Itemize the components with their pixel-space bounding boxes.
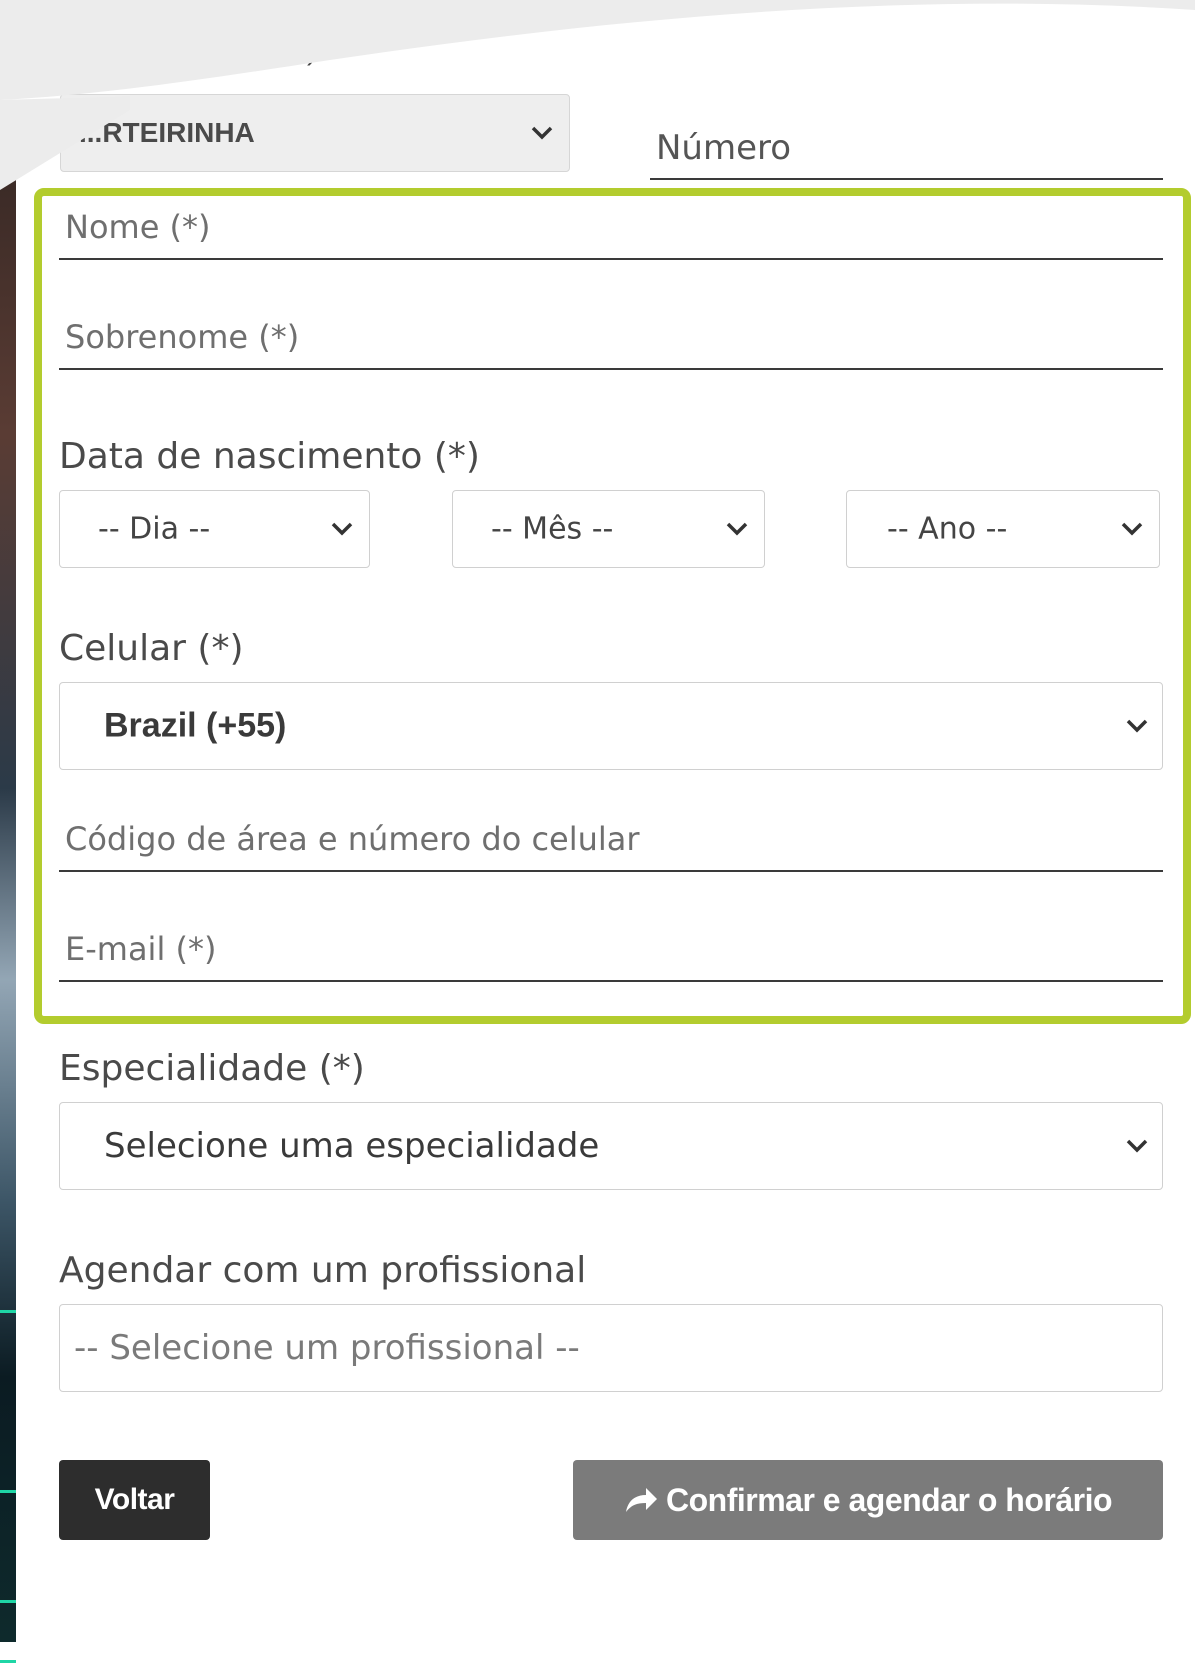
professional-label: Agendar com um profissional: [59, 1250, 587, 1291]
mobile-number-placeholder: Código de área e número do celular: [65, 820, 640, 858]
specialty-label: Especialidade (*): [59, 1048, 365, 1089]
birth-day-value: -- Dia --: [98, 511, 211, 547]
birth-year-value: -- Ano --: [887, 511, 1008, 547]
professional-input[interactable]: -- Selecione um profissional --: [59, 1304, 1163, 1392]
chevron-down-icon: [1126, 1139, 1148, 1153]
specialty-select[interactable]: Selecione uma especialidade: [59, 1102, 1163, 1190]
country-code-value: Brazil (+55): [104, 706, 287, 745]
share-arrow-icon: [625, 1488, 657, 1512]
background-glow-line: [0, 1600, 16, 1603]
birth-day-select[interactable]: -- Dia --: [59, 490, 370, 568]
country-code-select[interactable]: Brazil (+55): [59, 682, 1163, 770]
professional-placeholder: -- Selecione um profissional --: [74, 1328, 580, 1368]
chevron-down-icon: [1121, 522, 1143, 536]
confirm-schedule-button[interactable]: Confirmar e agendar o horário: [573, 1460, 1163, 1540]
birth-month-value: -- Mês --: [491, 511, 614, 547]
birth-month-select[interactable]: -- Mês --: [452, 490, 765, 568]
confirm-button-label: Confirmar e agendar o horário: [665, 1481, 1113, 1518]
chevron-down-icon: [726, 522, 748, 536]
first-name-input[interactable]: Nome (*): [59, 198, 1163, 260]
first-name-placeholder: Nome (*): [65, 208, 211, 246]
chevron-down-icon: [331, 522, 353, 536]
chevron-down-icon: [1126, 719, 1148, 733]
birth-year-select[interactable]: -- Ano --: [846, 490, 1160, 568]
background-curve: [0, 0, 1195, 190]
background-glow-line: [0, 1310, 16, 1313]
specialty-value: Selecione uma especialidade: [104, 1126, 600, 1166]
mobile-label: Celular (*): [59, 628, 244, 669]
back-button-label: Voltar: [94, 1483, 175, 1516]
last-name-input[interactable]: Sobrenome (*): [59, 308, 1163, 370]
back-button[interactable]: Voltar: [59, 1460, 210, 1540]
email-input[interactable]: E-mail (*): [59, 922, 1163, 982]
last-name-placeholder: Sobrenome (*): [65, 318, 300, 356]
birthdate-label: Data de nascimento (*): [59, 436, 480, 477]
background-glow-line: [0, 1490, 16, 1493]
mobile-number-input[interactable]: Código de área e número do celular: [59, 812, 1163, 872]
email-placeholder: E-mail (*): [65, 930, 217, 968]
background-photo-strip: [0, 170, 16, 1663]
